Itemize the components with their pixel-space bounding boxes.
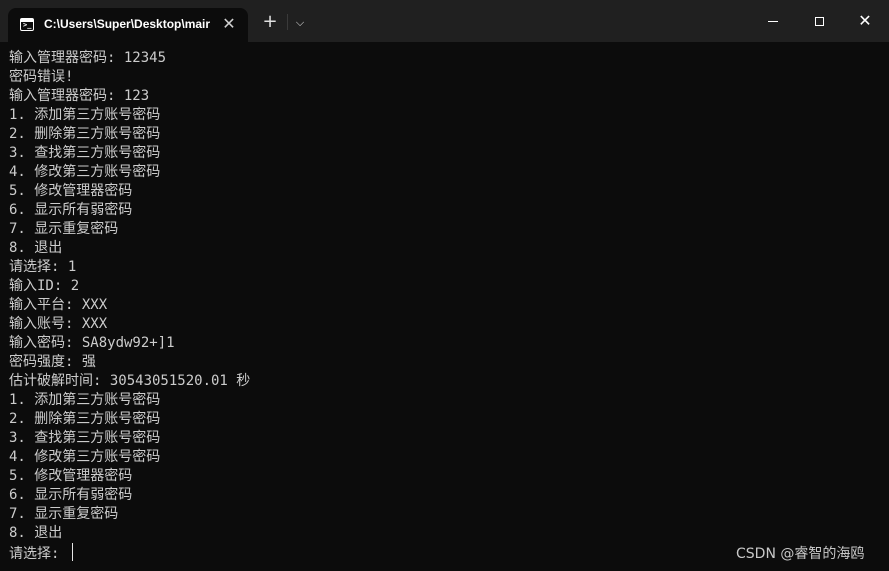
console-line: 密码错误!: [9, 69, 74, 85]
console-line: 6. 显示所有弱密码: [9, 202, 133, 218]
title-bar: >_ C:\Users\Super\Desktop\mair ✕ + ⌵ ✕: [0, 0, 889, 42]
chevron-down-icon[interactable]: ⌵: [290, 13, 310, 33]
console-line: 输入平台: XXX: [9, 297, 108, 313]
console-line: 5. 修改管理器密码: [9, 468, 133, 484]
tab-title: C:\Users\Super\Desktop\mair: [44, 17, 211, 31]
console-line: 6. 显示所有弱密码: [9, 487, 133, 503]
close-button[interactable]: ✕: [842, 0, 888, 42]
maximize-icon: [814, 16, 824, 26]
terminal-window: >_ C:\Users\Super\Desktop\mair ✕ + ⌵ ✕ 输…: [0, 0, 889, 571]
minimize-button[interactable]: [750, 0, 796, 42]
console-line: 输入管理器密码: 12345: [9, 50, 167, 66]
console-line: 2. 删除第三方账号密码: [9, 126, 161, 142]
console-line: 请选择: 1: [9, 259, 77, 275]
console-line: 8. 退出: [9, 240, 63, 256]
console-line: 8. 退出: [9, 525, 63, 541]
terminal-icon: >_: [20, 18, 34, 31]
tab-close-icon[interactable]: ✕: [220, 15, 238, 33]
console-line: 估计破解时间: 30543051520.01 秒: [9, 373, 251, 389]
console-line: 3. 查找第三方账号密码: [9, 430, 161, 446]
console-output[interactable]: 输入管理器密码: 12345 密码错误! 输入管理器密码: 123 1. 添加第三方账…: [9, 49, 879, 567]
console-line: 2. 删除第三方账号密码: [9, 411, 161, 427]
scrollbar[interactable]: [880, 42, 889, 571]
console-line: 密码强度: 强: [9, 354, 96, 370]
new-tab-button[interactable]: +: [260, 12, 280, 32]
console-line: 7. 显示重复密码: [9, 221, 119, 237]
console-line: 4. 修改第三方账号密码: [9, 164, 161, 180]
console-line: 输入管理器密码: 123: [9, 88, 150, 104]
tab-separator: [287, 14, 288, 30]
console-line: 5. 修改管理器密码: [9, 183, 133, 199]
minimize-icon: [768, 20, 778, 22]
active-tab[interactable]: >_ C:\Users\Super\Desktop\mair ✕: [8, 8, 248, 42]
console-line: 1. 添加第三方账号密码: [9, 107, 161, 123]
console-line: 4. 修改第三方账号密码: [9, 449, 161, 465]
console-line: 输入密码: SA8ydw92+]1: [9, 335, 175, 351]
console-line: 7. 显示重复密码: [9, 506, 119, 522]
watermark: CSDN @睿智的海鸥: [736, 546, 865, 562]
console-line: 输入账号: XXX: [9, 316, 108, 332]
text-cursor: [71, 543, 73, 561]
console-line: 输入ID: 2: [9, 278, 80, 294]
console-line: 3. 查找第三方账号密码: [9, 145, 161, 161]
maximize-button[interactable]: [796, 0, 842, 42]
console-line: 1. 添加第三方账号密码: [9, 392, 161, 408]
prompt-text: 请选择:: [9, 546, 68, 562]
